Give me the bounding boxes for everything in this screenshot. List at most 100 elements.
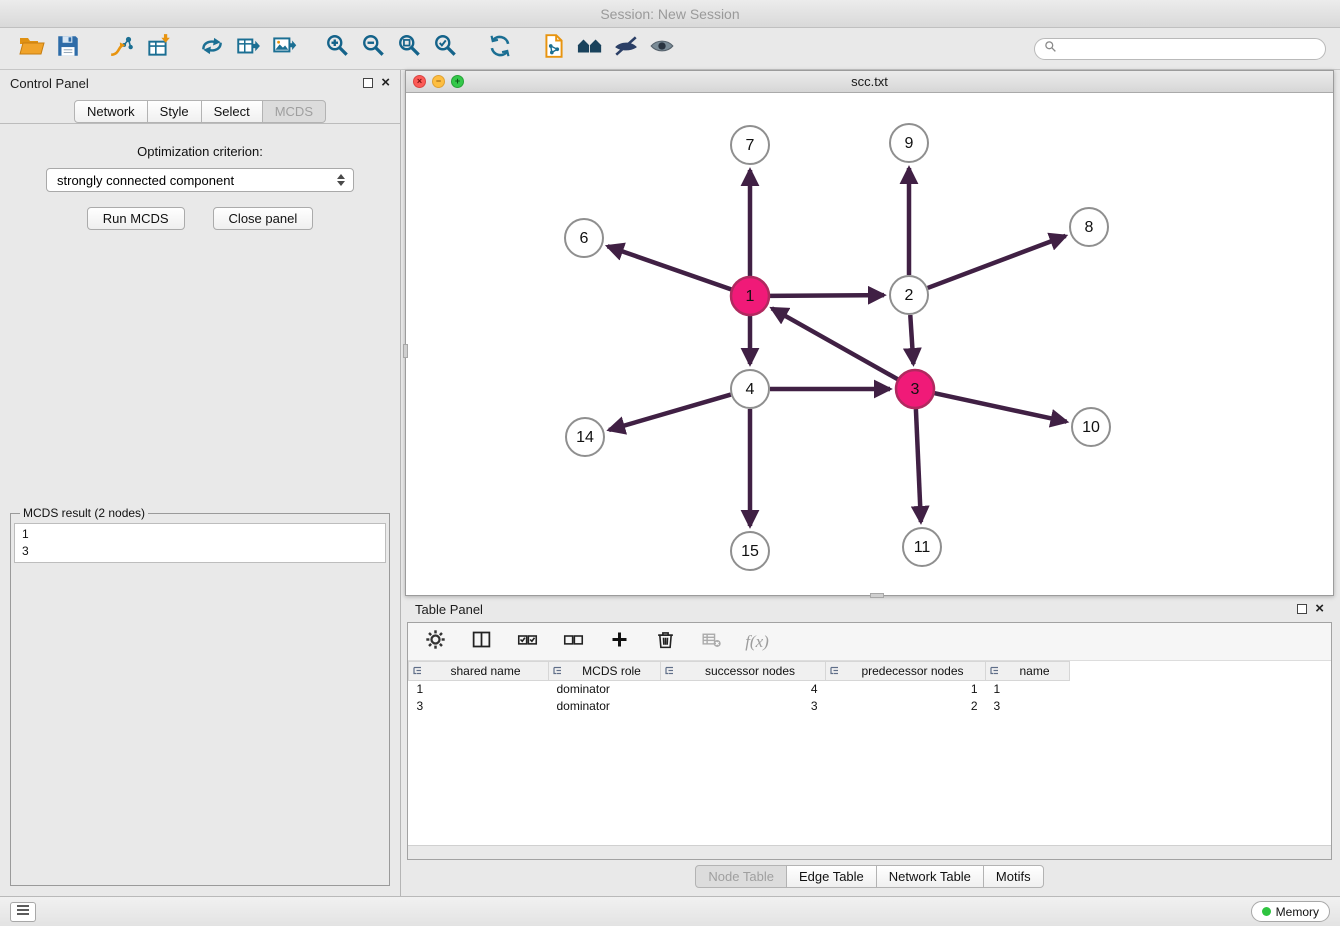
tab-select[interactable]: Select [201,100,263,123]
memory-label: Memory [1276,905,1319,919]
export-image-button[interactable] [266,33,302,65]
graph-node-label: 8 [1085,219,1094,236]
memory-button[interactable]: Memory [1251,901,1330,922]
cell-predecessor-nodes[interactable]: 2 [826,698,986,715]
criterion-dropdown[interactable]: strongly connected component [46,168,354,192]
open-session-button[interactable] [14,33,50,65]
graph-node-3[interactable]: 3 [896,370,934,408]
column-header-shared-name[interactable]: shared name [409,662,549,681]
graph-node-label: 7 [746,137,755,154]
zoom-in-button[interactable] [320,33,356,65]
graph-node-7[interactable]: 7 [731,126,769,164]
graph-node-9[interactable]: 9 [890,124,928,162]
graph-node-2[interactable]: 2 [890,276,928,314]
checked-boxes-icon [517,629,538,655]
splitter-handle-horizontal[interactable] [870,593,884,598]
graph-node-15[interactable]: 15 [731,532,769,570]
cell-shared-name[interactable]: 3 [409,698,549,715]
table-row[interactable]: 3 dominator 3 2 3 [409,698,1070,715]
open-network-file-button[interactable] [536,33,572,65]
status-menu-button[interactable] [10,902,36,922]
tab-network-table[interactable]: Network Table [876,865,984,888]
column-header-mcds-role[interactable]: MCDS role [549,662,661,681]
plus-icon [609,629,630,655]
close-window-icon[interactable]: × [413,75,426,88]
float-table-panel-icon[interactable] [1297,604,1307,614]
graph-node-14[interactable]: 14 [566,418,604,456]
table-panel-title: Table Panel [415,602,483,617]
network-graph[interactable]: 7 9 6 8 1 2 4 3 14 10 15 11 [406,93,1333,595]
network-canvas[interactable]: 7 9 6 8 1 2 4 3 14 10 15 11 [406,93,1333,595]
select-all-button[interactable] [514,629,540,655]
delete-table-button[interactable] [698,629,724,655]
cell-name[interactable]: 3 [986,698,1070,715]
open-folder-icon [19,33,45,64]
graph-edge-2-8[interactable] [928,236,1066,288]
graph-node-4[interactable]: 4 [731,370,769,408]
splitter-handle-vertical[interactable] [403,344,408,358]
search-input[interactable] [1063,42,1316,56]
graph-edge-3-1[interactable] [772,308,898,379]
import-table-button[interactable] [140,33,176,65]
node-table-container: f(x) shared name MCDS role successor nod… [407,622,1332,860]
network-arrows-button[interactable] [194,33,230,65]
table-scrollbar-strip[interactable] [408,845,1331,859]
mcds-result-line: 1 [22,526,378,543]
graph-node-8[interactable]: 8 [1070,208,1108,246]
export-table-button[interactable] [230,33,266,65]
zoom-fit-button[interactable] [392,33,428,65]
mcds-result-title: MCDS result (2 nodes) [20,506,148,520]
column-header-predecessor-nodes[interactable]: predecessor nodes [826,662,986,681]
graph-edge-4-14[interactable] [609,395,731,430]
tab-motifs[interactable]: Motifs [983,865,1044,888]
show-details-button[interactable] [644,33,680,65]
titlebar: Session: New Session [0,0,1340,28]
function-builder-button[interactable]: f(x) [744,629,770,655]
home-button[interactable] [572,33,608,65]
show-columns-button[interactable] [468,629,494,655]
table-settings-button[interactable] [422,629,448,655]
tab-node-table[interactable]: Node Table [695,865,787,888]
graph-edge-3-11[interactable] [916,409,921,522]
cell-mcds-role[interactable]: dominator [549,681,661,698]
graph-edge-2-3[interactable] [910,315,913,364]
deselect-all-button[interactable] [560,629,586,655]
cell-predecessor-nodes[interactable]: 1 [826,681,986,698]
hide-details-button[interactable] [608,33,644,65]
graph-node-11[interactable]: 11 [903,528,941,566]
add-row-button[interactable] [606,629,632,655]
run-mcds-button[interactable]: Run MCDS [87,207,185,230]
cell-successor-nodes[interactable]: 4 [661,681,826,698]
network-window-title: scc.txt [406,74,1333,89]
close-panel-icon[interactable]: × [381,78,390,88]
zoom-selected-button[interactable] [428,33,464,65]
column-header-successor-nodes[interactable]: successor nodes [661,662,826,681]
table-row[interactable]: 1 dominator 4 1 1 [409,681,1070,698]
graph-edge-1-6[interactable] [608,246,732,289]
float-panel-icon[interactable] [363,78,373,88]
delete-row-button[interactable] [652,629,678,655]
save-session-button[interactable] [50,33,86,65]
tab-mcds[interactable]: MCDS [262,100,326,123]
graph-node-1[interactable]: 1 [731,277,769,315]
cell-shared-name[interactable]: 1 [409,681,549,698]
close-table-panel-icon[interactable]: × [1315,604,1324,614]
cell-mcds-role[interactable]: dominator [549,698,661,715]
search-field[interactable] [1034,38,1326,60]
tab-edge-table[interactable]: Edge Table [786,865,877,888]
cell-successor-nodes[interactable]: 3 [661,698,826,715]
graph-node-6[interactable]: 6 [565,219,603,257]
graph-node-10[interactable]: 10 [1072,408,1110,446]
maximize-window-icon[interactable]: + [451,75,464,88]
cell-name[interactable]: 1 [986,681,1070,698]
tab-style[interactable]: Style [147,100,202,123]
import-network-button[interactable] [104,33,140,65]
minimize-window-icon[interactable]: − [432,75,445,88]
graph-edge-3-10[interactable] [935,393,1067,422]
tab-network[interactable]: Network [74,100,148,123]
zoom-out-button[interactable] [356,33,392,65]
refresh-button[interactable] [482,33,518,65]
column-header-name[interactable]: name [986,662,1070,681]
graph-edge-1-2[interactable] [770,295,884,296]
close-panel-button[interactable]: Close panel [213,207,314,230]
